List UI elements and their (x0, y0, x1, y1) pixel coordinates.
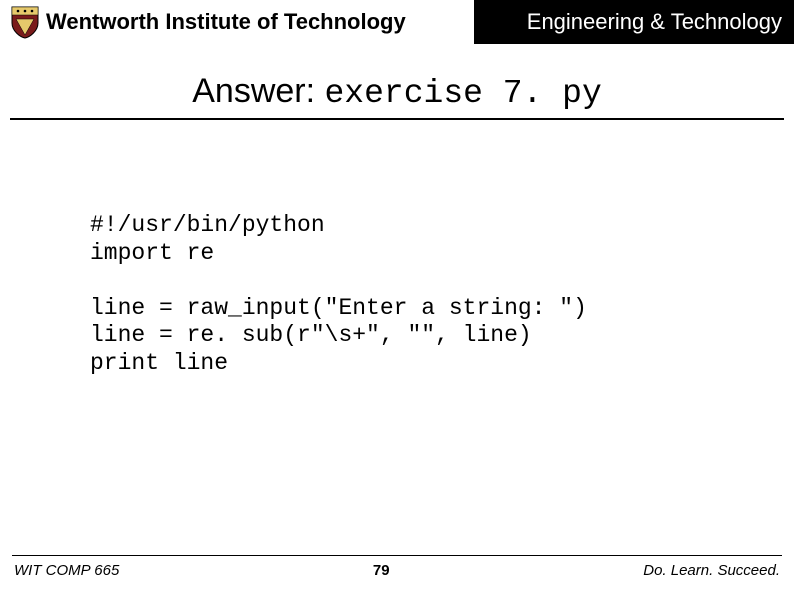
footer: WIT COMP 665 79 Do. Learn. Succeed. (0, 555, 794, 579)
motto: Do. Learn. Succeed. (643, 562, 780, 579)
title-area: Answer: exercise 7. py (0, 72, 794, 112)
department-label: Engineering & Technology (474, 0, 794, 44)
footer-rule (12, 555, 782, 556)
footer-row: WIT COMP 665 79 Do. Learn. Succeed. (0, 562, 794, 579)
title-prefix: Answer: (192, 72, 324, 110)
title-rule (10, 118, 784, 120)
institute-name: Wentworth Institute of Technology (46, 9, 474, 35)
slide: Wentworth Institute of Technology Engine… (0, 0, 794, 595)
course-code: WIT COMP 665 (14, 562, 119, 579)
page-number: 79 (373, 562, 390, 579)
title-filename: exercise 7. py (325, 75, 602, 112)
wentworth-shield-icon (10, 5, 40, 39)
header: Wentworth Institute of Technology Engine… (0, 0, 794, 44)
slide-title: Answer: exercise 7. py (0, 72, 794, 112)
code-block: #!/usr/bin/python import re line = raw_i… (90, 212, 794, 378)
